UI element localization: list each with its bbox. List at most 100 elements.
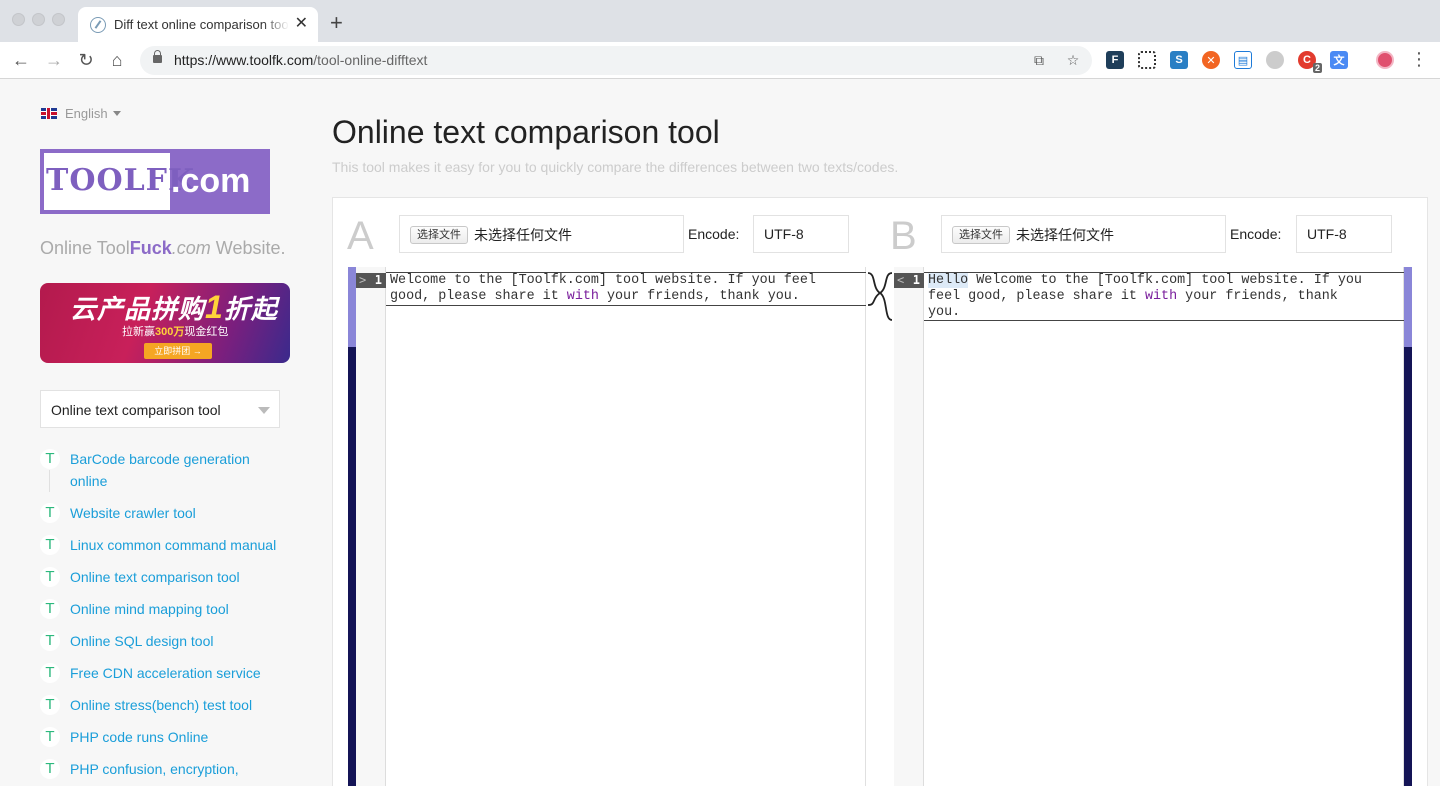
window-minimize-button[interactable] [32,13,45,26]
promo-subtitle: 拉新赢300万现金红包 [122,326,229,338]
bookmark-star-icon[interactable]: ☆ [1064,51,1082,69]
tool-t-icon: T [40,695,60,715]
browser-tab[interactable]: Diff text online comparison tool ✕ [78,7,318,42]
diff-connector [867,272,893,321]
url-text: https://www.toolfk.com/tool-online-difft… [174,52,428,68]
side-a-line-number: >1 [356,273,386,288]
menu-item-php-obfuscation[interactable]: T PHP confusion, encryption, [40,758,290,780]
tool-t-icon: T [40,759,60,779]
side-b-chunk-top [924,272,1404,273]
extension-gray-icon[interactable] [1266,51,1284,69]
menu-item-website-crawler[interactable]: T Website crawler tool [40,502,290,524]
side-a-encode-field[interactable]: UTF-8 [753,215,849,253]
translate-icon[interactable]: ⧉ [1030,51,1048,69]
lock-icon [153,50,162,63]
tool-t-icon: T [40,727,60,747]
menu-item-linux-commands[interactable]: T Linux common command manual [40,534,290,556]
side-a-encode-label: Encode: [688,226,740,242]
forward-button[interactable]: → [42,48,66,72]
menu-item-label: Website crawler tool [70,505,196,521]
side-a-chunk-bottom [386,305,866,306]
extension-qr-icon[interactable] [1138,51,1156,69]
logo-text-domain: .com [171,162,251,200]
tool-t-icon: T [40,503,60,523]
chevron-down-icon [258,407,270,414]
side-a-scroll-overview[interactable] [348,267,356,786]
extension-f-icon[interactable]: F [1106,51,1124,69]
side-b-choose-file-button[interactable]: 选择文件 [952,226,1010,244]
side-b-scroll-overview[interactable] [1404,267,1412,786]
home-button[interactable]: ⌂ [105,48,129,72]
side-b-text: Hello Welcome to the [Toolfk.com] tool w… [928,273,1362,320]
promo-button[interactable]: 立即拼团 → [144,343,212,359]
back-button[interactable]: ← [9,48,33,72]
side-a-gutter [356,267,386,786]
side-a-letter: A [347,214,374,258]
menu-item-label: Online text comparison tool [70,569,240,585]
tool-t-icon: T [40,567,60,587]
extension-orange-icon[interactable]: ✕ [1202,51,1220,69]
extension-translate-icon[interactable]: 文 [1330,51,1348,69]
extension-s-icon[interactable]: S [1170,51,1188,69]
tool-t-icon: T [40,535,60,555]
menu-item-cdn[interactable]: T Free CDN acceleration service [40,662,290,684]
side-a-code-area[interactable]: Welcome to the [Toolfk.com] tool website… [386,267,866,786]
browser-tab-strip: Diff text online comparison tool ✕ + [0,0,1440,42]
menu-item-mind-mapping[interactable]: T Online mind mapping tool [40,598,290,620]
promo-title: 云产品拼购1折起 [70,289,278,325]
browser-toolbar: ← → ↻ ⌂ https://www.toolfk.com/tool-onli… [0,42,1440,79]
side-a-editor[interactable]: >1 Welcome to the [Toolfk.com] tool webs… [348,267,866,786]
side-a-file-status: 未选择任何文件 [474,227,572,243]
extension-calendar-icon[interactable]: ▤ [1234,51,1252,69]
window-close-button[interactable] [12,13,25,26]
menu-item-label: BarCode barcode generation online [70,451,250,489]
menu-item-label: Free CDN acceleration service [70,665,261,681]
site-logo[interactable]: TOOLFK .com [40,149,270,214]
menu-item-php-runner[interactable]: T PHP code runs Online [40,726,290,748]
profile-avatar[interactable] [1376,51,1394,69]
side-a-chunk-top [386,272,866,273]
side-b-code-area[interactable]: Hello Welcome to the [Toolfk.com] tool w… [924,267,1404,786]
side-b-editor[interactable]: <1 Hello Welcome to the [Toolfk.com] too… [894,267,1412,786]
side-a-text: Welcome to the [Toolfk.com] tool website… [390,273,816,304]
side-a-file-input[interactable]: 选择文件 未选择任何文件 [399,215,684,253]
language-label: English [65,106,108,121]
page-title: Online text comparison tool [332,114,720,150]
tab-close-icon[interactable]: ✕ [295,15,308,33]
menu-item-label: Online SQL design tool [70,633,214,649]
side-b-encode-field[interactable]: UTF-8 [1296,215,1392,253]
caret-down-icon [112,111,121,116]
side-b-file-input[interactable]: 选择文件 未选择任何文件 [941,215,1226,253]
side-b-chunk-bottom [924,320,1404,321]
side-b-encode-label: Encode: [1230,226,1282,242]
menu-item-sql-design[interactable]: T Online SQL design tool [40,630,290,652]
address-bar[interactable]: https://www.toolfk.com/tool-online-difft… [140,46,1092,75]
tab-title: Diff text online comparison tool [114,17,289,32]
side-a-encode-value: UTF-8 [764,226,804,242]
menu-item-label: Linux common command manual [70,537,277,553]
browser-menu-icon[interactable]: ⋮ [1410,50,1428,68]
side-a-choose-file-button[interactable]: 选择文件 [410,226,468,244]
tool-t-icon: T [40,449,60,469]
menu-item-label: PHP code runs Online [70,729,209,745]
site-favicon-icon [90,17,106,33]
menu-item-label: PHP confusion, encryption, [70,761,239,777]
menu-item-stress-test[interactable]: T Online stress(bench) test tool [40,694,290,716]
menu-item-text-comparison[interactable]: T Online text comparison tool [40,566,290,588]
window-maximize-button[interactable] [52,13,65,26]
side-b-gutter [894,267,924,786]
menu-item-label: Online stress(bench) test tool [70,697,253,713]
extension-badge: 2 [1312,63,1322,73]
tool-t-icon: T [40,663,60,683]
new-tab-button[interactable]: + [330,12,343,34]
promo-banner[interactable]: 云产品拼购1折起 拉新赢300万现金红包 立即拼团 → [40,283,290,363]
extension-red-icon[interactable]: C2 [1298,51,1322,73]
reload-button[interactable]: ↻ [74,48,98,72]
tool-select-dropdown[interactable]: Online text comparison tool [40,390,280,428]
page-description: This tool makes it easy for you to quick… [332,159,899,175]
tool-t-icon: T [40,631,60,651]
side-b-file-status: 未选择任何文件 [1016,227,1114,243]
language-selector[interactable]: English [41,106,121,121]
menu-item-label: Online mind mapping tool [70,601,229,617]
menu-item-barcode[interactable]: T BarCode barcode generation online [40,448,290,492]
